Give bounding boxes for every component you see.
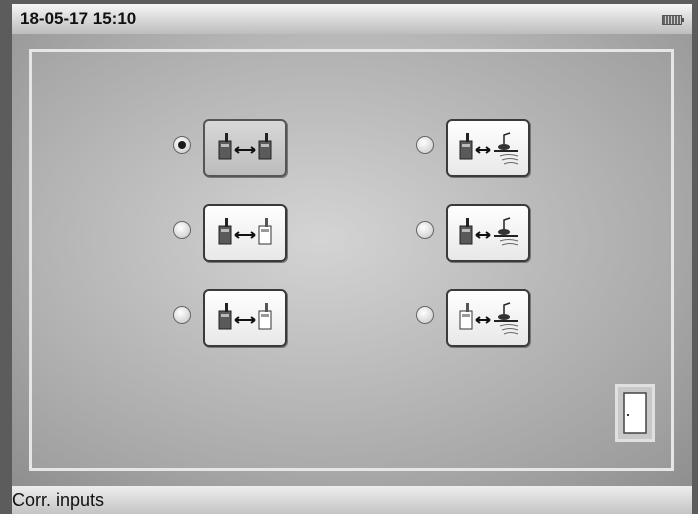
main-content xyxy=(12,34,692,486)
logger-to-hydrophone-icon xyxy=(459,132,519,165)
radio-sensor-hydrophone[interactable] xyxy=(416,306,434,324)
radio-logger-sensor-white-2[interactable] xyxy=(173,306,191,324)
option-logger-to-hydrophone-button[interactable] xyxy=(446,119,530,177)
logger-to-hydrophone-icon xyxy=(459,217,519,246)
radio-logger-hydrophone-1[interactable] xyxy=(416,136,434,154)
top-status-bar: 18-05-17 15:10 xyxy=(12,4,692,34)
datetime-display: 18-05-17 15:10 xyxy=(20,9,137,28)
options-panel xyxy=(29,49,674,471)
radio-logger-sensor-white[interactable] xyxy=(173,221,191,239)
logger-to-white-sensor-icon xyxy=(218,218,272,245)
page-title: Corr. inputs xyxy=(12,490,105,510)
device-screen: 18-05-17 15:10 Corr. inputs xyxy=(12,4,692,514)
option-sensor-to-hydrophone-button[interactable] xyxy=(446,289,530,347)
option-logger-to-logger-button[interactable] xyxy=(203,119,287,177)
exit-door-button[interactable] xyxy=(615,384,655,442)
radio-logger-hydrophone-2[interactable] xyxy=(416,221,434,239)
option-logger-to-white-sensor-button[interactable] xyxy=(203,204,287,262)
door-exit-icon xyxy=(623,392,647,434)
logger-to-logger-icon xyxy=(218,133,272,160)
bottom-status-bar: Corr. inputs xyxy=(12,486,692,514)
sensor-to-hydrophone-icon xyxy=(459,302,519,335)
radio-logger-logger[interactable] xyxy=(173,136,191,154)
option-logger-to-hydrophone-2-button[interactable] xyxy=(446,204,530,262)
logger-to-white-sensor-icon xyxy=(218,303,272,330)
option-logger-to-white-sensor-2-button[interactable] xyxy=(203,289,287,347)
battery-full-icon xyxy=(662,15,684,25)
